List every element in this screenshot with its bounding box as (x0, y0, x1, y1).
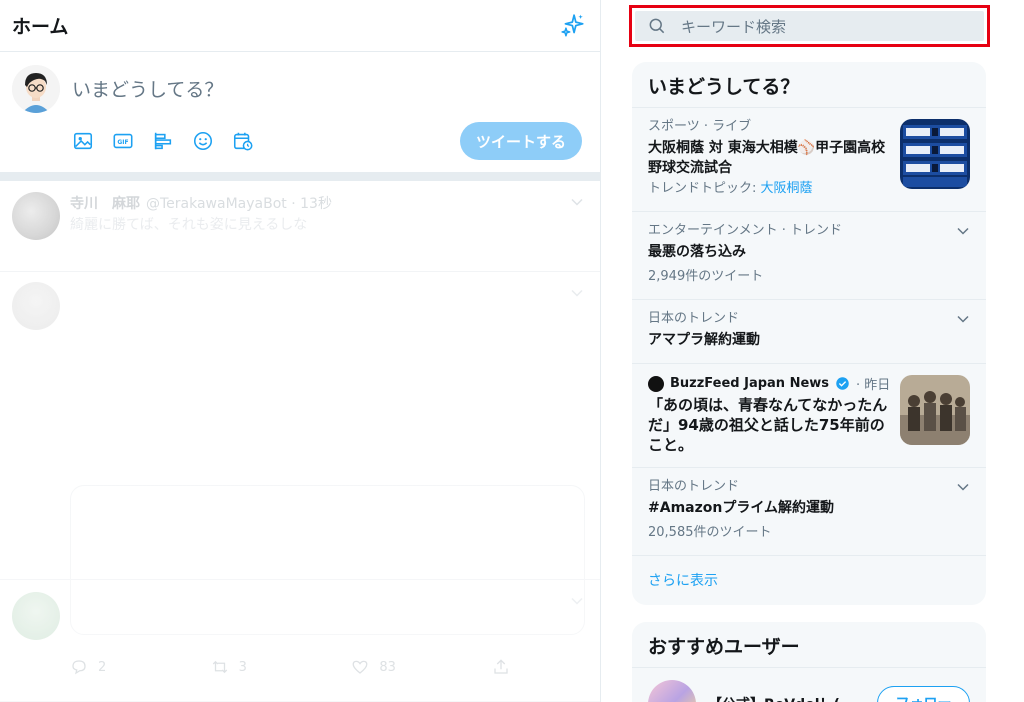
who-to-follow-panel: おすすめユーザー 【公式】ReVdol！(... フォロー (632, 622, 986, 702)
share-button[interactable] (492, 658, 510, 676)
tweet-author-name: 寺川 麻耶 (70, 196, 140, 212)
sparkle-icon[interactable] (560, 13, 586, 39)
tweet-avatar[interactable] (12, 192, 60, 240)
news-item[interactable]: BuzzFeed Japan News · 昨日 「あの頃は、青春なんてなかった… (632, 364, 986, 468)
my-avatar[interactable] (12, 65, 60, 113)
tweet-item[interactable]: 2 3 83 (0, 580, 600, 702)
like-button[interactable]: 83 (351, 658, 461, 676)
suggested-user-name[interactable]: 【公式】ReVdol！(... (708, 694, 856, 702)
right-sidebar: キーワード検索 いまどうしてる？ スポーツ · ライブ 大阪桐蔭 対 東海大相模… (602, 0, 1024, 702)
trend-title: #Amazonプライム解約運動 (648, 500, 835, 516)
suggested-user[interactable]: 【公式】ReVdol！(... (648, 680, 856, 702)
news-source-name: BuzzFeed Japan News (670, 376, 830, 391)
news-thumbnail[interactable] (900, 375, 970, 445)
timeline-header: ホーム (0, 0, 600, 52)
show-more-link[interactable]: さらに表示 (632, 556, 986, 604)
trend-item[interactable]: 日本のトレンド アマプラ解約運動 (632, 300, 986, 364)
avatar-illustration (12, 65, 60, 113)
trend-title: アマプラ解約運動 (648, 332, 760, 348)
tweet-avatar[interactable] (12, 592, 60, 640)
scoreboard-image (900, 119, 970, 189)
tweet-text: 綺麗に勝てば、それも姿に見えるしな (70, 217, 308, 233)
trend-category: 日本のトレンド (648, 479, 740, 494)
twitter-home: ホーム いまどうしてる？ GIF ツイートする 寺川 麻耶 @TerakawaM… (0, 0, 1024, 702)
emoji-icon[interactable] (190, 128, 216, 154)
compose-toolbar: GIF (70, 128, 256, 154)
chevron-down-icon[interactable] (570, 594, 584, 608)
search-icon (649, 18, 665, 34)
retweet-button[interactable]: 3 (211, 658, 321, 676)
search-highlight-box: キーワード検索 (629, 5, 990, 47)
trends-title: いまどうしてる？ (632, 62, 986, 108)
trend-title: 大阪桐蔭 対 東海大相模⚾甲子園高校野球交流試合 (648, 140, 886, 176)
tweet-author[interactable]: 寺川 麻耶 @TerakawaMayaBot · 13秒 (70, 193, 332, 213)
poll-icon[interactable] (150, 128, 176, 154)
page-title: ホーム (12, 16, 69, 38)
scoreboard-thumbnail[interactable] (900, 119, 970, 189)
verified-badge-icon (836, 377, 849, 390)
trend-category: 日本のトレンド (648, 311, 740, 326)
tweet-button[interactable]: ツイートする (460, 122, 582, 160)
news-headline: 「あの頃は、青春なんてなかったんだ」94歳の祖父と話した75年前のこと。 (648, 396, 888, 454)
tweet-item[interactable]: 寺川 麻耶 @TerakawaMayaBot · 13秒 綺麗に勝てば、それも姿に… (0, 181, 600, 272)
vintage-photo (900, 375, 970, 445)
image-icon[interactable] (70, 128, 96, 154)
retweet-icon (212, 660, 227, 674)
svg-text:GIF: GIF (117, 139, 128, 146)
search-input[interactable]: キーワード検索 (635, 11, 984, 41)
chevron-down-icon[interactable] (956, 312, 970, 326)
share-icon (494, 659, 508, 674)
reply-button[interactable]: 2 (70, 658, 180, 676)
who-to-follow-title: おすすめユーザー (632, 622, 986, 668)
trend-topic-link[interactable]: 大阪桐蔭 (761, 181, 813, 196)
compose-input[interactable]: いまどうしてる？ (72, 75, 223, 102)
trend-category: エンターテインメント · トレンド (648, 223, 843, 238)
composer-divider (0, 172, 600, 181)
search-placeholder: キーワード検索 (681, 17, 787, 36)
reply-icon (72, 660, 86, 675)
reply-count: 2 (98, 659, 107, 675)
heart-icon (352, 660, 368, 674)
news-time: · 昨日 (856, 378, 891, 393)
trend-item[interactable]: エンターテインメント · トレンド 最悪の落ち込み 2,949件のツイート (632, 212, 986, 300)
chevron-down-icon[interactable] (570, 286, 584, 300)
retweet-count: 3 (238, 659, 247, 675)
trend-item[interactable]: スポーツ · ライブ 大阪桐蔭 対 東海大相模⚾甲子園高校野球交流試合 トレンド… (632, 108, 986, 212)
gif-icon[interactable]: GIF (110, 128, 136, 154)
tweet-actions: 2 3 83 (70, 658, 510, 676)
tweet-feed: 寺川 麻耶 @TerakawaMayaBot · 13秒 綺麗に勝てば、それも姿に… (0, 181, 600, 702)
chevron-down-icon[interactable] (570, 195, 584, 209)
tweet-author-handle: @TerakawaMayaBot · 13秒 (146, 196, 332, 212)
tweet-avatar[interactable] (12, 282, 60, 330)
trend-tweet-count: 20,585件のツイート (648, 525, 772, 540)
trends-panel: いまどうしてる？ スポーツ · ライブ 大阪桐蔭 対 東海大相模⚾甲子園高校野球… (632, 62, 986, 605)
schedule-icon[interactable] (230, 128, 256, 154)
buzzfeed-logo (648, 375, 664, 392)
chevron-down-icon[interactable] (956, 480, 970, 494)
like-count: 83 (379, 659, 396, 675)
trend-topic-label: トレンドトピック: (648, 181, 761, 196)
trend-title: 最悪の落ち込み (648, 244, 746, 260)
chevron-down-icon[interactable] (956, 224, 970, 238)
tweet-item[interactable] (0, 272, 600, 635)
home-timeline: ホーム いまどうしてる？ GIF ツイートする 寺川 麻耶 @TerakawaM… (0, 0, 601, 702)
suggested-user-avatar[interactable] (648, 680, 696, 702)
trend-item[interactable]: 日本のトレンド #Amazonプライム解約運動 20,585件のツイート (632, 468, 986, 556)
trend-tweet-count: 2,949件のツイート (648, 269, 764, 284)
follow-button[interactable]: フォロー (877, 686, 970, 702)
